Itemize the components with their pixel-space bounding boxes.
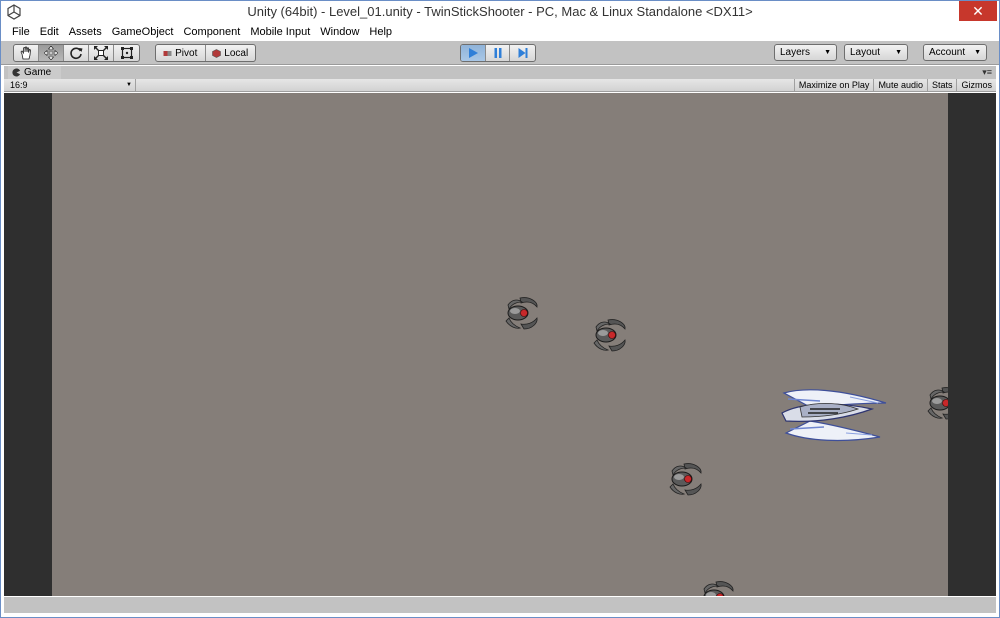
local-button[interactable]: Local	[206, 45, 256, 61]
pivot-label: Pivot	[175, 47, 198, 59]
status-bar	[4, 597, 996, 613]
scale-tool-button[interactable]	[89, 45, 114, 61]
chevron-down-icon: ▼	[974, 49, 981, 56]
rect-tool-button[interactable]	[114, 45, 139, 61]
menu-file[interactable]: File	[7, 23, 35, 41]
game-tab-bar: Game ▾≡	[4, 66, 996, 79]
close-button[interactable]: ✕	[959, 1, 997, 21]
enemy-sprite	[696, 577, 736, 596]
menu-help[interactable]: Help	[364, 23, 397, 41]
menu-bar: File Edit Assets GameObject Component Mo…	[1, 23, 999, 41]
game-pacman-icon	[12, 68, 21, 77]
chevron-down-icon: ▼	[895, 49, 902, 56]
pause-button[interactable]	[486, 45, 511, 61]
stats-toggle[interactable]: Stats	[926, 79, 957, 91]
menu-gameobject[interactable]: GameObject	[107, 23, 179, 41]
main-toolbar: Pivot Local Layers ▼ Layout ▼ Account ▼	[1, 41, 999, 65]
game-viewport[interactable]	[4, 93, 996, 596]
tab-game[interactable]: Game	[8, 66, 62, 79]
pivot-icon	[163, 50, 172, 56]
transform-tools	[13, 44, 140, 62]
layout-dropdown[interactable]: Layout ▼	[844, 44, 908, 61]
game-view-options: Maximize on Play Mute audio Stats Gizmos	[793, 79, 996, 91]
enemy-sprite	[922, 383, 948, 423]
menu-mobile-input[interactable]: Mobile Input	[245, 23, 315, 41]
rotate-icon	[70, 47, 83, 60]
hand-tool-button[interactable]	[14, 45, 39, 61]
window-title: Unity (64bit) - Level_01.unity - TwinSti…	[247, 4, 753, 19]
rotate-tool-button[interactable]	[64, 45, 89, 61]
enemy-sprite	[500, 293, 540, 333]
tab-game-label: Game	[24, 67, 52, 78]
rect-icon	[120, 47, 133, 59]
game-view-toolbar: 16:9 ▼ Maximize on Play Mute audio Stats…	[4, 79, 996, 92]
pivot-toggle-group: Pivot Local	[155, 44, 256, 62]
mute-audio-toggle[interactable]: Mute audio	[873, 79, 927, 91]
account-label: Account	[929, 47, 966, 58]
menu-component[interactable]: Component	[178, 23, 245, 41]
hand-icon	[20, 46, 31, 60]
play-icon	[468, 48, 478, 58]
unity-window: Unity (64bit) - Level_01.unity - TwinSti…	[0, 0, 1000, 618]
aspect-ratio-dropdown[interactable]: 16:9 ▼	[4, 79, 136, 91]
menu-assets[interactable]: Assets	[64, 23, 107, 41]
maximize-on-play-toggle[interactable]: Maximize on Play	[793, 79, 874, 91]
play-button[interactable]	[461, 45, 486, 61]
play-controls	[460, 44, 536, 62]
local-cube-icon	[212, 48, 222, 58]
aspect-ratio-value: 16:9	[10, 80, 28, 90]
local-label: Local	[224, 47, 249, 59]
layout-label: Layout	[850, 47, 881, 58]
tab-options-icon[interactable]: ▾≡	[982, 66, 992, 78]
enemy-sprite	[588, 315, 628, 355]
layers-dropdown[interactable]: Layers ▼	[774, 44, 837, 61]
pivot-button[interactable]: Pivot	[156, 45, 206, 61]
gizmos-toggle[interactable]: Gizmos	[956, 79, 996, 91]
move-icon	[44, 46, 58, 60]
step-icon	[518, 48, 528, 58]
menu-edit[interactable]: Edit	[35, 23, 64, 41]
move-tool-button[interactable]	[39, 45, 64, 61]
game-render-area[interactable]	[52, 93, 948, 596]
menu-window[interactable]: Window	[315, 23, 364, 41]
enemy-sprite	[664, 459, 704, 499]
title-bar: Unity (64bit) - Level_01.unity - TwinSti…	[1, 1, 999, 23]
player-ship-sprite	[781, 389, 887, 442]
scale-icon	[94, 46, 108, 60]
chevron-down-icon: ▼	[126, 82, 132, 88]
account-dropdown[interactable]: Account ▼	[923, 44, 987, 61]
layers-label: Layers	[780, 47, 811, 58]
step-button[interactable]	[510, 45, 535, 61]
chevron-down-icon: ▼	[824, 49, 831, 56]
pause-icon	[494, 48, 501, 58]
